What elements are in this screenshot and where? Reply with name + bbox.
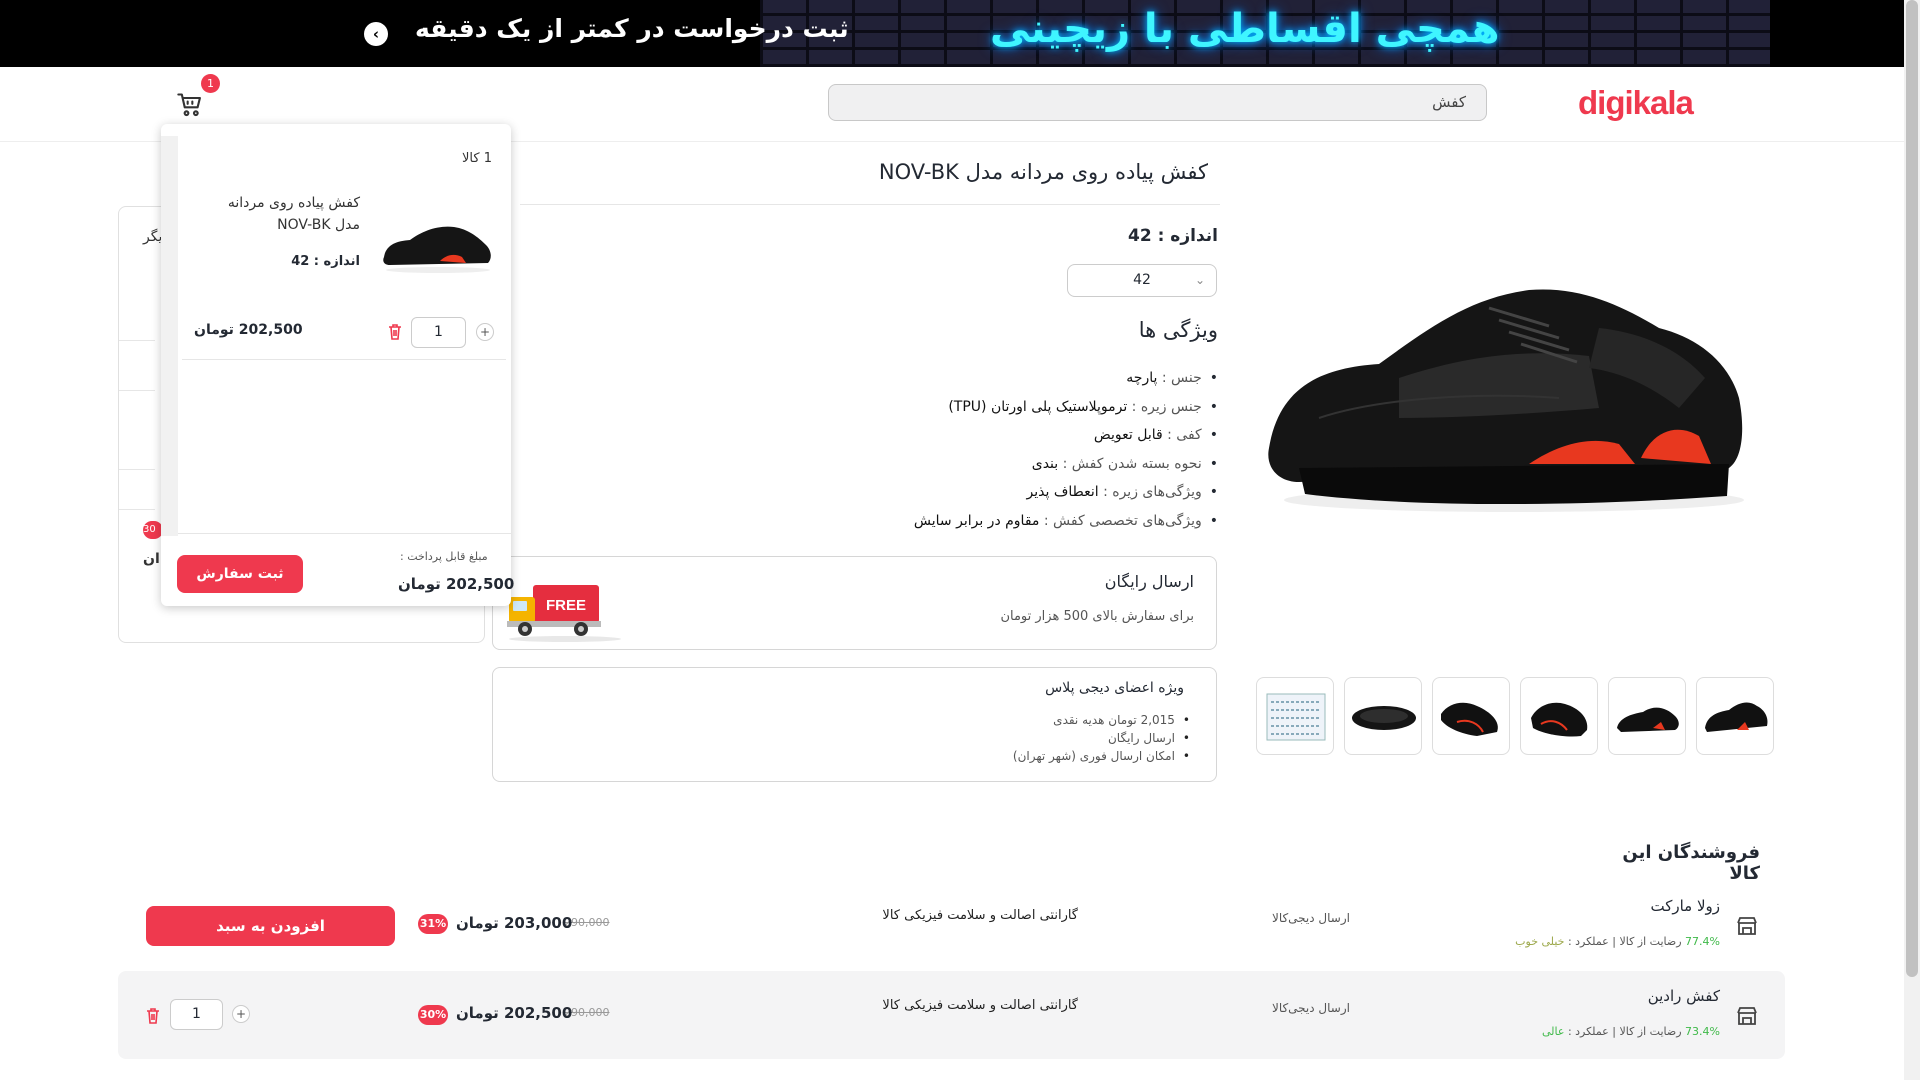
chevron-down-icon: ⌄ — [1195, 273, 1206, 287]
feature-item: ویژگی‌های زیره : انعطاف پذیر — [740, 480, 1218, 509]
free-truck-icon: FREE — [507, 585, 621, 642]
payable-total: 202,500 تومان — [398, 575, 515, 593]
feature-item: نحوه بسته شدن کفش : بندی — [740, 452, 1218, 481]
store-icon — [1737, 917, 1757, 935]
seller-price: 202,500 تومان — [456, 1004, 573, 1022]
payable-label: مبلغ قابل پرداخت : — [400, 550, 488, 563]
seller-price: 203,000 تومان — [456, 914, 573, 932]
digiplus-item: ارسال رایگان — [900, 729, 1190, 747]
product-main-image[interactable] — [1259, 268, 1769, 528]
seller-meta: 73.4% رضایت از کالا | عملکرد : عالی — [1542, 1025, 1720, 1038]
divider — [119, 469, 155, 470]
cart-icon[interactable] — [176, 91, 204, 119]
quantity-input[interactable]: 1 — [411, 317, 466, 348]
thumbnail[interactable] — [1696, 677, 1774, 755]
promo-banner[interactable]: همچی اقساطی با زیچینی ثبت درخواست در کمت… — [0, 0, 1904, 67]
product-title: کفش پیاده روی مردانه مدل NOV-BK — [878, 160, 1208, 184]
feature-item: جنس زیره : ترموپلاستیک پلی اورتان (TPU) — [740, 395, 1218, 424]
cart-count-badge: 1 — [201, 74, 220, 93]
divider — [119, 390, 155, 391]
thumbnail[interactable] — [1256, 677, 1334, 755]
seller-shipping: ارسال دیجی‌کالا — [1271, 1001, 1350, 1015]
discount-badge: 30% — [418, 1005, 448, 1025]
add-to-cart-button[interactable]: افزودن به سبد — [146, 906, 395, 946]
search-input[interactable]: کفش — [828, 84, 1487, 121]
divider — [178, 533, 511, 534]
seller-name[interactable]: کفش رادین — [1570, 987, 1720, 1005]
free-shipping-subtitle: برای سفارش بالای 500 هزار تومان — [1000, 609, 1194, 624]
trash-icon[interactable] — [388, 324, 402, 340]
cart-item-size: اندازه : 42 — [291, 254, 360, 269]
thumbnail[interactable] — [1608, 677, 1686, 755]
trash-icon[interactable] — [146, 1008, 160, 1024]
cart-item-price: 202,500 تومان — [194, 322, 303, 338]
plus-icon[interactable]: + — [476, 323, 494, 341]
neon-text: همچی اقساطی با زیچینی — [990, 6, 1500, 52]
discount-badge: 30 — [143, 521, 163, 539]
logo[interactable]: digikala — [1578, 84, 1694, 122]
truck-label: FREE — [546, 597, 586, 614]
cart-item-name[interactable]: کفش پیاده روی مردانه مدل NOV-BK — [200, 192, 360, 236]
arrow-left-icon[interactable]: ‹ — [364, 22, 388, 46]
free-shipping-title: ارسال رایگان — [1104, 572, 1194, 591]
thumbnail[interactable] — [1520, 677, 1598, 755]
divider — [119, 509, 155, 510]
thumbnail[interactable] — [1344, 677, 1422, 755]
checkout-button[interactable]: ثبت سفارش — [177, 555, 303, 593]
seller-warranty: گارانتی اصالت و سلامت فیزیکی کالا — [882, 998, 1078, 1013]
dropdown-scrollbar[interactable] — [161, 136, 178, 536]
features-list: جنس : پارچه جنس زیره : ترموپلاستیک پلی ا… — [740, 366, 1218, 537]
feature-item: کفی : قابل تعویض — [740, 423, 1218, 452]
digiplus-item: 2,015 تومان هدیه نقدی — [900, 711, 1190, 729]
feature-item: ویژگی‌های تخصصی کفش : مقاوم در برابر سای… — [740, 509, 1218, 538]
store-icon — [1737, 1007, 1757, 1025]
discount-badge: 31% — [418, 914, 448, 934]
banner-text: ثبت درخواست در کمتر از یک دقیقه — [415, 14, 849, 43]
seller-row-highlight — [118, 971, 1785, 1059]
seller-meta: 77.4% رضایت از کالا | عملکرد : خیلی خوب — [1515, 935, 1720, 948]
digiplus-item: امکان ارسال فوری (شهر تهران) — [900, 747, 1190, 765]
page-scrollbar[interactable] — [1904, 0, 1920, 1080]
features-title: ویژگی ها — [1138, 318, 1218, 342]
side-panel-title: یگر — [143, 229, 163, 245]
plus-icon[interactable]: + — [232, 1005, 250, 1023]
thumbnail[interactable] — [1432, 677, 1510, 755]
quantity-input[interactable]: 1 — [170, 999, 223, 1030]
scrollbar-thumb[interactable] — [1906, 0, 1918, 977]
cart-item-count: 1 کالا — [462, 151, 492, 166]
divider — [119, 340, 155, 341]
sellers-title: فروشندگان این کالا — [1622, 842, 1760, 884]
size-label: اندازه : 42 — [1128, 226, 1218, 246]
digiplus-list: 2,015 تومان هدیه نقدی ارسال رایگان امکان… — [900, 711, 1190, 765]
seller-name[interactable]: زولا مارکت — [1570, 897, 1720, 915]
seller-shipping: ارسال دیجی‌کالا — [1271, 911, 1350, 925]
side-panel-price: ان — [143, 551, 160, 567]
cart-item-image[interactable] — [380, 215, 495, 275]
feature-item: جنس : پارچه — [740, 366, 1218, 395]
size-value: 42 — [1133, 272, 1151, 288]
product-thumbnails — [1254, 677, 1774, 755]
seller-warranty: گارانتی اصالت و سلامت فیزیکی کالا — [882, 908, 1078, 923]
divider — [182, 359, 506, 360]
size-select[interactable]: 42 ⌄ — [1067, 264, 1217, 297]
digiplus-title: ویژه اعضای دیجی پلاس — [1045, 680, 1184, 696]
divider — [520, 204, 1220, 205]
